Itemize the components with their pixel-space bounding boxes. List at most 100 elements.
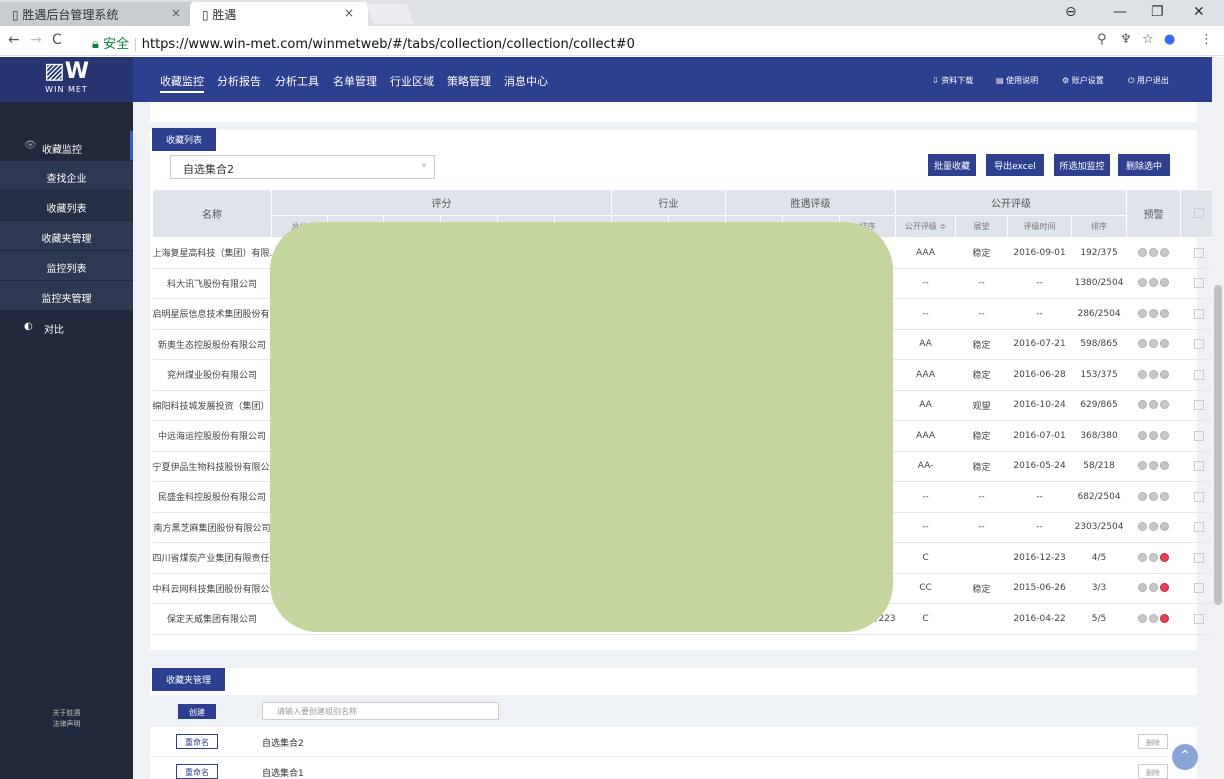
- row-checkbox[interactable]: [1194, 430, 1205, 441]
- nav-list-mgmt[interactable]: 名单管理: [333, 73, 377, 89]
- alert-dot-icon: [1149, 583, 1159, 593]
- close-tab-icon[interactable]: ×: [171, 6, 181, 20]
- browser-tab-active[interactable]: ▯ 胜遇 ×: [190, 2, 368, 26]
- batch-collect-button[interactable]: 批量收藏: [928, 154, 976, 176]
- row-checkbox[interactable]: [1194, 400, 1205, 410]
- group-select[interactable]: 自选集合2 ▾: [170, 155, 435, 179]
- row-checkbox[interactable]: [1194, 278, 1205, 288]
- col-public-rating-sort[interactable]: 公开评级 ≑: [895, 215, 957, 238]
- add-monitor-button[interactable]: 所选加监控: [1054, 154, 1110, 176]
- row-checkbox[interactable]: [1194, 461, 1205, 471]
- account-settings-link[interactable]: ⚙ 账户设置: [1062, 75, 1104, 86]
- company-name[interactable]: 上海复星高科技（集团）有限...: [152, 237, 272, 269]
- company-name[interactable]: 科大讯飞股份有限公司: [152, 268, 272, 299]
- sidebar-item-collection-list[interactable]: 收藏列表: [0, 191, 133, 220]
- scrollbar-thumb[interactable]: [1214, 285, 1222, 605]
- nav-industry-region[interactable]: 行业区域: [390, 73, 434, 89]
- delete-selected-button[interactable]: 删除选中: [1118, 154, 1170, 176]
- company-name[interactable]: 民盛金科控股股份有限公司: [152, 481, 272, 513]
- sidebar-item-monitor-folder-mgmt[interactable]: 监控夹管理: [0, 281, 133, 310]
- rank: 5/5: [1071, 603, 1127, 635]
- outlook: 稳定: [955, 573, 1008, 604]
- nav-analysis-tools[interactable]: 分析工具: [275, 73, 319, 89]
- company-name[interactable]: 中远海运控股股份有限公司: [152, 420, 272, 452]
- profile-icon[interactable]: ⊖: [1065, 4, 1077, 20]
- col-industry: 行业: [611, 189, 726, 216]
- new-tab-button[interactable]: [366, 4, 414, 24]
- row-checkbox[interactable]: [1194, 491, 1205, 502]
- row-checkbox[interactable]: [1194, 552, 1205, 563]
- nav-message-center[interactable]: 消息中心: [504, 73, 548, 89]
- power-icon: ⏻: [1128, 76, 1137, 85]
- select-all-checkbox[interactable]: [1194, 208, 1205, 218]
- browser-tab-admin[interactable]: ▯ 胜遇后台管理系统 ×: [0, 2, 195, 26]
- alert-dot-icon: [1149, 522, 1159, 532]
- warning-lights: [1126, 390, 1181, 421]
- nav-analysis-report[interactable]: 分析报告: [217, 73, 261, 89]
- sidebar-item-collection-monitor[interactable]: 👁︎ 收藏监控: [0, 131, 133, 160]
- close-window-icon[interactable]: ✕: [1193, 4, 1205, 20]
- nav-strategy-mgmt[interactable]: 策略管理: [447, 73, 491, 89]
- row-checkbox[interactable]: [1194, 308, 1205, 319]
- reload-icon[interactable]: C: [52, 32, 62, 48]
- download-icon: ⇩: [932, 76, 942, 85]
- delete-folder-button[interactable]: 删除: [1138, 734, 1168, 749]
- extension-icon[interactable]: ♆: [1120, 32, 1132, 47]
- alert-dot-icon: [1160, 369, 1170, 379]
- rename-button[interactable]: 重命名: [176, 764, 218, 779]
- rename-button[interactable]: 重命名: [176, 734, 218, 749]
- row-checkbox[interactable]: [1194, 583, 1205, 593]
- folder-name: 自选集合2: [262, 739, 304, 749]
- close-tab-icon[interactable]: ×: [344, 6, 354, 20]
- page-scrollbar[interactable]: [1212, 57, 1224, 779]
- company-name[interactable]: 绵阳科技城发展投资（集团）...: [152, 390, 272, 421]
- alert-dot-icon: [1160, 461, 1170, 471]
- company-name[interactable]: 保定天威集团有限公司: [152, 603, 272, 635]
- forward-icon[interactable]: →: [30, 32, 42, 48]
- logout-link[interactable]: ⏻ 用户退出: [1128, 75, 1169, 86]
- folder-name-input[interactable]: 请输入要创建组别名称: [262, 702, 499, 720]
- export-excel-button[interactable]: 导出excel: [986, 154, 1044, 176]
- download-link[interactable]: ⇩ 资料下载: [932, 75, 973, 86]
- download-label: 资料下载: [941, 76, 974, 85]
- about-link[interactable]: 关于胜遇: [0, 708, 133, 718]
- company-name[interactable]: 启明星辰信息技术集团股份有...: [152, 298, 272, 330]
- row-checkbox[interactable]: [1194, 613, 1205, 624]
- row-checkbox[interactable]: [1194, 369, 1205, 380]
- restore-icon[interactable]: ❐: [1151, 4, 1164, 20]
- warning-lights: [1126, 237, 1181, 269]
- nav-collection-monitor[interactable]: 收藏监控: [160, 73, 204, 93]
- row-checkbox[interactable]: [1194, 339, 1205, 349]
- sidebar-item-compare[interactable]: ◐ 对比: [0, 311, 133, 340]
- row-checkbox[interactable]: [1194, 247, 1205, 258]
- menu-kebab-icon[interactable]: ⋮: [1200, 32, 1213, 47]
- scroll-to-top-icon[interactable]: ⌃: [1172, 744, 1198, 770]
- rank: 58/218: [1071, 451, 1127, 482]
- sidebar-item-find-company[interactable]: 查找企业: [0, 161, 133, 190]
- warning-lights: [1126, 329, 1181, 360]
- company-name[interactable]: 四川省煤炭产业集团有限责任...: [152, 542, 272, 574]
- back-icon[interactable]: ←: [8, 32, 20, 48]
- public-rating: AA: [895, 329, 956, 360]
- company-name[interactable]: 新奥生态控股股份有限公司: [152, 329, 272, 360]
- legal-link[interactable]: 法律声明: [0, 719, 133, 729]
- company-name[interactable]: 南方黑芝麻集团股份有限公司: [152, 512, 272, 543]
- company-name[interactable]: 宁夏伊品生物科技股份有限公司: [152, 451, 272, 482]
- create-folder-button[interactable]: 创建: [178, 704, 216, 719]
- sidebar-item-folder-mgmt[interactable]: 收藏夹管理: [0, 221, 133, 250]
- minimize-icon[interactable]: —: [1113, 4, 1127, 20]
- col-rank: 排序: [1071, 215, 1128, 238]
- sidebar-item-monitor-list[interactable]: 监控列表: [0, 251, 133, 280]
- eye-icon: 👁︎: [24, 140, 37, 151]
- row-checkbox[interactable]: [1194, 522, 1205, 532]
- company-name[interactable]: 兖州煤业股份有限公司: [152, 359, 272, 391]
- logo[interactable]: ▨W WIN MET: [0, 57, 133, 102]
- extension-circle-icon[interactable]: ●: [1164, 32, 1175, 47]
- url-field[interactable]: 🔒︎ 安全 | https://www.win-met.com/winmetwe…: [92, 33, 635, 52]
- public-rating: --: [895, 298, 956, 330]
- help-link[interactable]: ▤ 使用说明: [996, 75, 1038, 86]
- delete-folder-button[interactable]: 删除: [1138, 764, 1168, 779]
- company-name[interactable]: 中科云网科技集团股份有限公司: [152, 573, 272, 604]
- zoom-icon[interactable]: ⚲: [1097, 32, 1107, 47]
- bookmark-star-icon[interactable]: ☆: [1142, 32, 1154, 47]
